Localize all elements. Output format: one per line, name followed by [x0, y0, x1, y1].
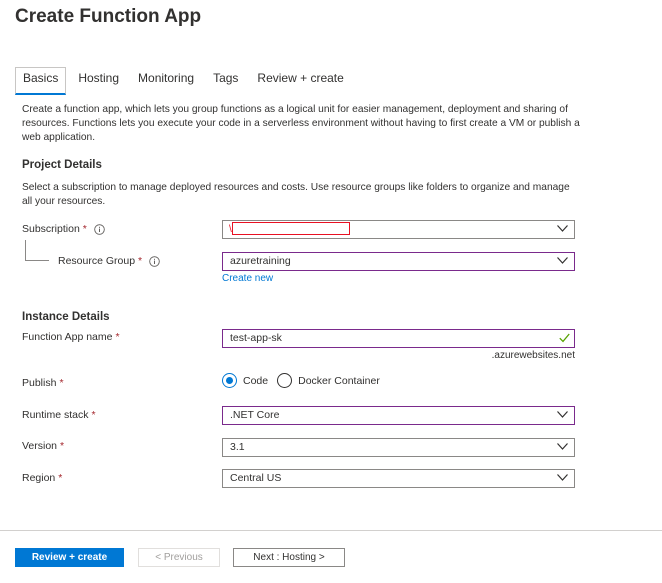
tab-monitoring[interactable]: Monitoring [131, 67, 201, 95]
chevron-down-icon [557, 257, 568, 264]
runtime-stack-label: Runtime stack * [22, 409, 96, 421]
required-marker: * [58, 472, 63, 484]
required-marker: * [115, 331, 120, 343]
chevron-down-icon [557, 225, 568, 232]
required-marker: * [138, 255, 143, 267]
radio-unselected-icon [277, 373, 293, 388]
version-select[interactable]: 3.1 [222, 438, 575, 457]
tab-basics[interactable]: Basics [15, 67, 67, 95]
info-icon[interactable] [149, 255, 160, 267]
runtime-stack-label-text: Runtime stack [22, 409, 89, 421]
publish-option-label: Code [243, 374, 269, 387]
next-hosting-button[interactable]: Next : Hosting > [233, 548, 345, 567]
function-app-name-label-text: Function App name [22, 331, 113, 343]
chevron-down-icon [557, 474, 568, 481]
project-details-description: Select a subscription to manage deployed… [22, 182, 570, 207]
domain-suffix: .azurewebsites.net [491, 350, 575, 361]
resource-group-label: Resource Group * [58, 255, 160, 267]
region-value: Central US [230, 472, 282, 484]
runtime-stack-select[interactable]: .NET Core [222, 406, 575, 425]
function-app-name-label: Function App name * [22, 331, 120, 343]
publish-label-text: Publish [22, 377, 57, 389]
region-select[interactable]: Central US [222, 469, 575, 488]
page-title: Create Function App [15, 6, 202, 27]
info-icon[interactable] [94, 223, 105, 235]
project-details-title: Project Details [22, 159, 102, 171]
review-create-button[interactable]: Review + create [15, 548, 124, 567]
tab-review-create[interactable]: Review + create [250, 67, 350, 95]
tree-connector [25, 240, 26, 261]
previous-button[interactable]: < Previous [138, 548, 220, 567]
tab-tags[interactable]: Tags [206, 67, 245, 95]
checkmark-icon [559, 333, 570, 343]
intro-description: Create a function app, which lets you gr… [22, 104, 580, 143]
tab-hosting[interactable]: Hosting [71, 67, 126, 95]
subscription-label-text: Subscription [22, 223, 80, 235]
tree-connector [25, 260, 49, 261]
region-label: Region * [22, 472, 62, 484]
required-marker: * [59, 377, 64, 389]
version-label: Version * [22, 440, 64, 452]
instance-details-title: Instance Details [22, 311, 110, 323]
tab-bar: Basics Hosting Monitoring Tags Review + … [15, 67, 356, 95]
runtime-stack-value: .NET Core [230, 409, 280, 421]
region-label-text: Region [22, 472, 56, 484]
redaction-box [232, 222, 350, 235]
publish-label: Publish * [22, 377, 64, 389]
footer-divider [0, 530, 662, 531]
chevron-down-icon [557, 443, 568, 450]
resource-group-value: azuretraining [230, 255, 291, 267]
create-new-link[interactable]: Create new [222, 273, 273, 284]
publish-option-code[interactable]: Code [222, 373, 268, 388]
chevron-down-icon [557, 411, 568, 418]
function-app-name-value: test-app-sk [230, 332, 282, 344]
publish-option-docker[interactable]: Docker Container [277, 373, 380, 388]
resource-group-label-text: Resource Group [58, 255, 136, 267]
required-marker: * [60, 440, 65, 452]
subscription-label: Subscription * [22, 223, 105, 235]
required-marker: * [91, 409, 96, 421]
function-app-name-input[interactable]: test-app-sk [222, 329, 575, 348]
radio-selected-icon [222, 373, 237, 388]
version-value: 3.1 [230, 441, 245, 453]
publish-radio-group: Code Docker Container [222, 373, 389, 388]
required-marker: * [82, 223, 87, 235]
version-label-text: Version [22, 440, 58, 452]
resource-group-select[interactable]: azuretraining [222, 252, 575, 271]
subscription-select[interactable]: \ [222, 220, 575, 239]
publish-option-label: Docker Container [298, 374, 380, 387]
